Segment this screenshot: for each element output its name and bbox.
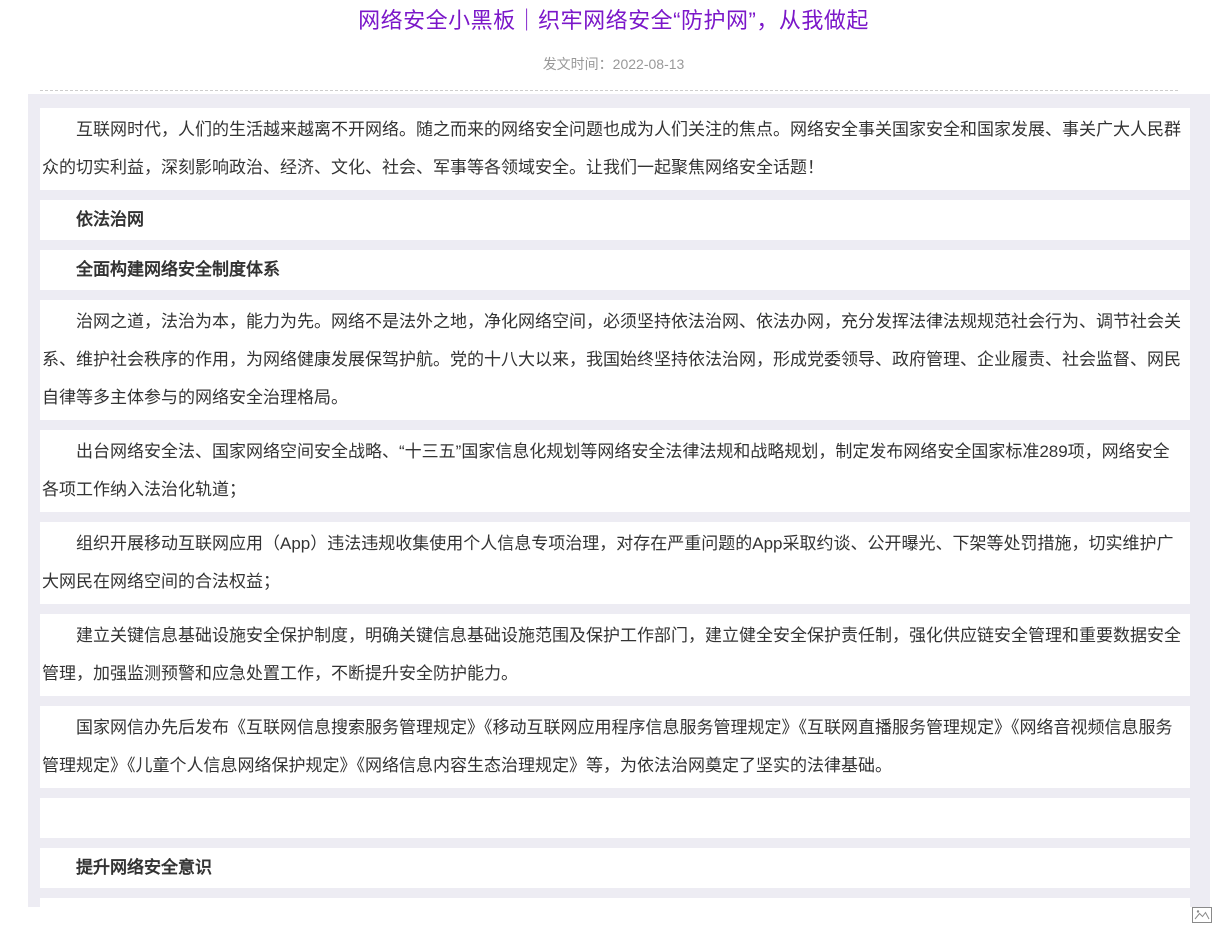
- empty-paragraph: [40, 798, 1190, 838]
- article-paragraph: 组织开展移动互联网应用（App）违法违规收集使用个人信息专项治理，对存在严重问题…: [40, 522, 1190, 604]
- section-heading: 共筑风清气正的网络家园: [40, 898, 1190, 907]
- article-page: { "header": { "title": "网络安全小黑板｜织牢网络安全“防…: [0, 0, 1227, 923]
- article-header: 网络安全小黑板｜织牢网络安全“防护网”，从我做起 发文时间：2022-08-13: [0, 0, 1227, 72]
- dashed-divider: [40, 90, 1178, 91]
- article-paragraph: 建立关键信息基础设施安全保护制度，明确关键信息基础设施范围及保护工作部门，建立健…: [40, 614, 1190, 696]
- article-body: 互联网时代，人们的生活越来越离不开网络。随之而来的网络安全问题也成为人们关注的焦…: [28, 94, 1210, 907]
- section-heading: 提升网络安全意识: [40, 848, 1190, 888]
- publish-date: 发文时间：2022-08-13: [0, 56, 1227, 72]
- page-title: 网络安全小黑板｜织牢网络安全“防护网”，从我做起: [0, 8, 1227, 34]
- section-heading: 全面构建网络安全制度体系: [40, 250, 1190, 290]
- broken-image-icon: [1192, 907, 1212, 923]
- article-paragraph: 出台网络安全法、国家网络空间安全战略、“十三五”国家信息化规划等网络安全法律法规…: [40, 430, 1190, 512]
- section-heading: 依法治网: [40, 200, 1190, 240]
- article-paragraph: 治网之道，法治为本，能力为先。网络不是法外之地，净化网络空间，必须坚持依法治网、…: [40, 300, 1190, 420]
- article-paragraph: 国家网信办先后发布《互联网信息搜索服务管理规定》《移动互联网应用程序信息服务管理…: [40, 706, 1190, 788]
- article-paragraph: 互联网时代，人们的生活越来越离不开网络。随之而来的网络安全问题也成为人们关注的焦…: [40, 108, 1190, 190]
